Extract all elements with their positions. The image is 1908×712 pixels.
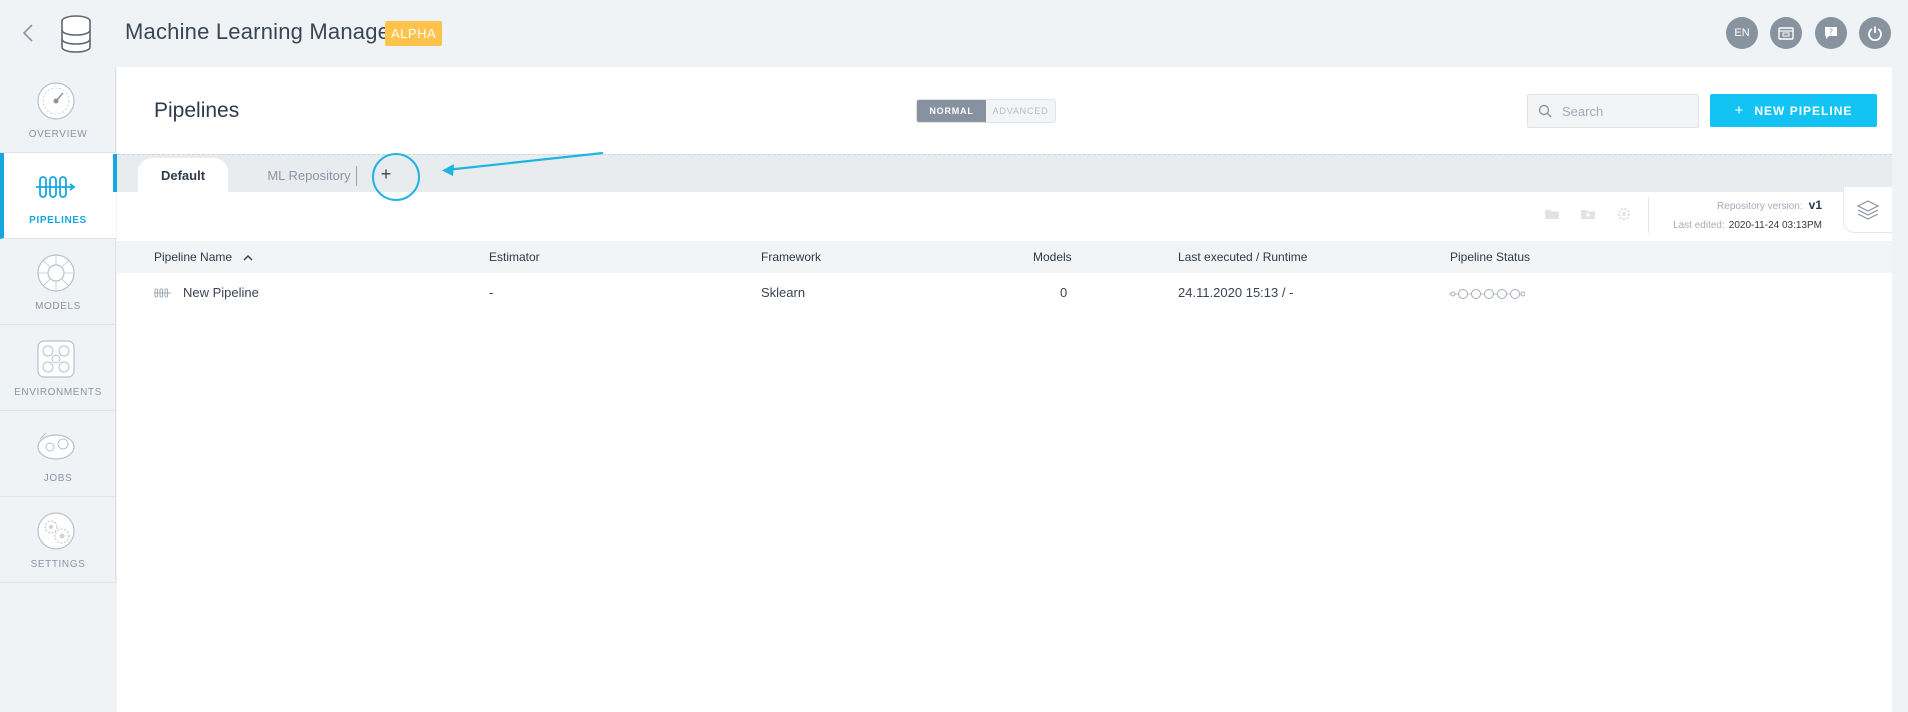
sidebar-item-label: OVERVIEW xyxy=(28,129,88,140)
table-header: Pipeline Name Estimator Framework Models… xyxy=(117,241,1892,273)
last-edited-label: Last edited: xyxy=(1673,220,1725,231)
tab-divider xyxy=(356,166,357,186)
settings-icon xyxy=(37,512,75,550)
new-pipeline-button[interactable]: + NEW PIPELINE xyxy=(1710,94,1877,127)
sidebar-item-label: MODELS xyxy=(35,301,81,312)
calendar-icon xyxy=(1778,27,1794,40)
layers-icon xyxy=(1856,199,1880,220)
repository-version-label: Repository version: xyxy=(1717,201,1803,212)
app-title: Machine Learning Manager xyxy=(125,19,398,44)
language-label: EN xyxy=(1734,27,1750,39)
column-header-pipeline-status[interactable]: Pipeline Status xyxy=(1450,241,1530,273)
pipeline-name-cell[interactable]: New Pipeline xyxy=(183,275,259,311)
column-header-framework[interactable]: Framework xyxy=(761,241,821,273)
table-row[interactable]: New Pipeline - Sklearn 0 24.11.2020 15:1… xyxy=(117,275,1892,311)
column-header-last-executed[interactable]: Last executed / Runtime xyxy=(1178,241,1307,273)
sidebar-item-label: JOBS xyxy=(43,473,73,484)
sidebar-item-settings[interactable]: SETTINGS xyxy=(0,497,116,583)
column-label: Pipeline Name xyxy=(154,250,233,264)
calendar-button[interactable] xyxy=(1770,17,1802,49)
back-chevron-icon[interactable] xyxy=(18,20,38,46)
plus-icon: + xyxy=(1734,102,1745,119)
sidebar-item-models[interactable]: MODELS xyxy=(0,239,116,325)
speedometer-icon xyxy=(37,82,75,120)
repository-version: Repository version: v1 xyxy=(1608,198,1822,212)
tab-default[interactable]: Default xyxy=(138,158,228,193)
pipeline-row-icon xyxy=(154,288,171,298)
sort-ascending-icon xyxy=(243,255,253,261)
pipeline-status-icon xyxy=(1449,289,1525,299)
sidebar-item-environments[interactable]: ENVIRONMENTS xyxy=(0,325,116,411)
models-icon xyxy=(37,254,75,292)
repository-last-edited: Last edited: 2020-11-24 03:13PM xyxy=(1608,220,1822,231)
help-button[interactable]: ? xyxy=(1815,17,1847,49)
sidebar-item-jobs[interactable]: JOBS xyxy=(0,411,116,497)
tab-ml-repository[interactable]: ML Repository xyxy=(254,158,364,193)
power-button[interactable] xyxy=(1859,17,1891,49)
sidebar-item-label: SETTINGS xyxy=(30,559,86,570)
alpha-badge: ALPHA xyxy=(385,21,443,46)
column-header-pipeline-name[interactable]: Pipeline Name xyxy=(154,241,253,273)
environments-icon xyxy=(37,340,75,378)
mode-normal-button[interactable]: NORMAL xyxy=(917,100,986,122)
folder-icon[interactable] xyxy=(1543,205,1561,223)
sidebar-item-overview[interactable]: OVERVIEW xyxy=(0,67,116,153)
sidebar-item-pipelines[interactable]: PIPELINES xyxy=(0,153,116,239)
help-chat-icon: ? xyxy=(1825,27,1837,39)
sidebar-item-label: PIPELINES xyxy=(29,215,87,226)
search-input[interactable] xyxy=(1562,101,1692,121)
column-header-models[interactable]: Models xyxy=(1033,241,1072,273)
estimator-cell: - xyxy=(489,285,494,300)
framework-cell: Sklearn xyxy=(761,285,806,300)
column-header-estimator[interactable]: Estimator xyxy=(489,241,540,273)
mode-advanced-button[interactable]: ADVANCED xyxy=(986,100,1055,122)
search-box xyxy=(1527,94,1699,128)
annotation-arrow-icon xyxy=(442,151,604,176)
models-cell: 0 xyxy=(1060,285,1068,300)
last-edited-value: 2020-11-24 03:13PM xyxy=(1728,220,1822,231)
mode-toggle: NORMAL ADVANCED xyxy=(916,99,1056,123)
power-icon xyxy=(1868,26,1882,41)
layers-button[interactable] xyxy=(1843,187,1892,233)
svg-text:?: ? xyxy=(1829,28,1833,37)
jobs-icon xyxy=(37,432,75,460)
language-button[interactable]: EN xyxy=(1726,17,1758,49)
last-executed-cell: 24.11.2020 15:13 / - xyxy=(1178,285,1294,300)
sidebar-item-label: ENVIRONMENTS xyxy=(14,387,102,398)
add-folder-icon[interactable] xyxy=(1579,205,1597,223)
search-icon xyxy=(1538,104,1552,118)
page-title: Pipelines xyxy=(154,99,240,122)
database-icon xyxy=(58,14,94,54)
annotation-highlight-circle xyxy=(372,153,420,201)
sidebar: OVERVIEW PIPELINES MODELS ENVIRONMENTS J… xyxy=(0,67,116,583)
pipeline-icon xyxy=(36,176,76,198)
top-header: Machine Learning Manager ALPHA EN ? xyxy=(0,0,1908,67)
new-pipeline-label: NEW PIPELINE xyxy=(1754,103,1853,118)
repository-version-value: v1 xyxy=(1808,198,1822,212)
